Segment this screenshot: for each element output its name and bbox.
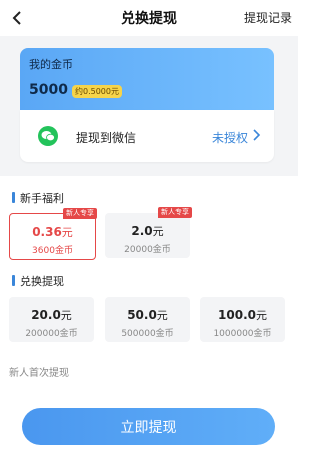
option-coins: 3600金币 <box>32 246 73 256</box>
wechat-icon <box>38 126 58 146</box>
coin-value-badge: 约0.5000元 <box>72 85 122 98</box>
coin-balance: 5000 <box>29 82 68 98</box>
option-coins: 20000金币 <box>124 245 171 255</box>
option-coins: 200000金币 <box>25 329 78 339</box>
exchange-option-2[interactable]: 50.0元 500000金币 <box>105 297 190 342</box>
coin-card: 我的金币 5000 约0.5000元 <box>20 48 274 110</box>
exchange-option-1[interactable]: 20.0元 200000金币 <box>9 297 94 342</box>
newbie-tag: 新人专享 <box>158 207 192 218</box>
option-coins: 500000金币 <box>121 329 174 339</box>
newbie-section-title: 新手福利 <box>12 190 64 206</box>
newbie-option-1[interactable]: 0.36元 3600金币 新人专享 <box>9 208 97 260</box>
option-coins: 1000000金币 <box>213 329 272 339</box>
coin-card-title: 我的金币 <box>29 58 73 71</box>
authorization-status: 未授权 <box>211 131 248 145</box>
exchange-section-title: 兑换提现 <box>12 273 64 289</box>
withdraw-now-button[interactable]: 立即提现 <box>22 408 275 445</box>
chevron-right-icon <box>253 129 261 141</box>
option-price: 50.0元 <box>127 308 168 322</box>
option-price: 0.36元 <box>32 225 73 239</box>
withdraw-history-link[interactable]: 提现记录 <box>244 9 292 26</box>
newbie-tag: 新人专享 <box>63 208 97 219</box>
exchange-option-3[interactable]: 100.0元 1000000金币 <box>200 297 285 342</box>
first-withdraw-note: 新人首次提现 <box>9 368 69 379</box>
wechat-withdraw-row[interactable]: 提现到微信 未授权 <box>20 110 274 162</box>
option-price: 20.0元 <box>31 308 72 322</box>
option-price: 2.0元 <box>131 224 164 238</box>
option-price: 100.0元 <box>218 308 267 322</box>
newbie-option-2[interactable]: 2.0元 20000金币 新人专享 <box>105 207 192 258</box>
header: 兑换提现 提现记录 <box>0 0 298 36</box>
wechat-withdraw-label: 提现到微信 <box>76 131 137 145</box>
